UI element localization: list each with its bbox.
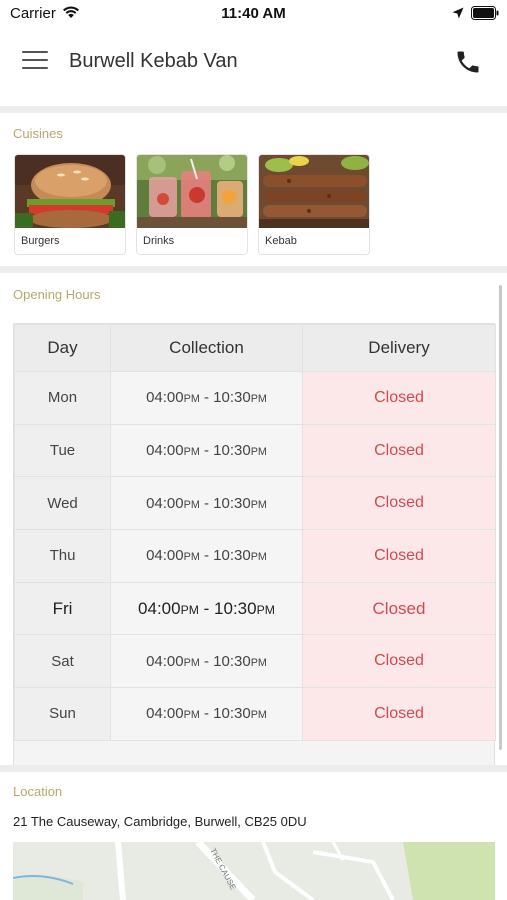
hours-row: Mon 04:00PM - 10:30PM Closed [14, 371, 496, 425]
collection-close-time: 10:30 [213, 652, 251, 670]
collection-open-ampm: PM [183, 551, 200, 564]
kebab-photo [259, 155, 369, 228]
opening-hours-table: Day Collection Delivery Mon 04:00PM - 10:… [14, 324, 496, 741]
collection-time-separator: - [199, 442, 214, 460]
status-time: 11:40 AM [221, 5, 286, 22]
hours-day-cell: Thu [14, 529, 111, 583]
cuisine-label-burgers: Burgers [21, 235, 60, 247]
location-arrow-icon [452, 7, 464, 19]
collection-open-ampm: PM [183, 393, 200, 406]
address-text: 21 The Causeway, Cambridge, Burwell, CB2… [13, 814, 307, 829]
collection-close-time: 10:30 [213, 705, 251, 723]
hours-delivery-cell: Closed [302, 581, 496, 636]
hours-row: Fri 04:00PM - 10:30PM Closed [14, 581, 496, 636]
collection-open-time: 04:00 [146, 442, 184, 460]
section-divider [0, 765, 507, 772]
collection-open-time: 04:00 [146, 494, 184, 512]
column-header-day: Day [14, 324, 111, 372]
hours-delivery-cell: Closed [302, 476, 496, 531]
hours-row: Tue 04:00PM - 10:30PM Closed [14, 423, 496, 478]
location-heading: Location [13, 784, 63, 799]
collection-time-separator: - [199, 652, 214, 670]
collection-close-ampm: PM [256, 602, 275, 617]
hours-day-cell: Sat [14, 634, 111, 689]
hours-day-cell: Wed [14, 476, 111, 531]
status-bar: Carrier 11:40 AM [0, 0, 507, 28]
collection-open-ampm: PM [183, 498, 200, 511]
cuisines-heading: Cuisines [13, 126, 63, 141]
collection-open-time: 04:00 [146, 547, 184, 565]
collection-open-time: 04:00 [146, 652, 184, 670]
hours-delivery-cell: Closed [302, 423, 496, 478]
collection-close-ampm: PM [250, 709, 267, 722]
opening-hours-table-container: Day Collection Delivery Mon 04:00PM - 10:… [13, 323, 496, 766]
battery-icon [471, 6, 499, 20]
collection-close-time: 10:30 [213, 442, 251, 460]
column-header-collection: Collection [110, 324, 303, 372]
hours-day-cell: Fri [14, 581, 111, 636]
collection-close-time: 10:30 [213, 494, 251, 512]
drinks-photo [137, 155, 247, 228]
section-divider [0, 266, 507, 273]
hours-collection-cell: 04:00PM - 10:30PM [110, 581, 303, 636]
hours-delivery-cell: Closed [302, 687, 496, 741]
hours-collection-cell: 04:00PM - 10:30PM [110, 423, 303, 478]
hours-row: Thu 04:00PM - 10:30PM Closed [14, 529, 496, 583]
location-map[interactable]: THE CAUSE [13, 842, 495, 900]
collection-time-separator: - [199, 547, 214, 565]
burger-photo [15, 155, 125, 228]
hours-row: Sat 04:00PM - 10:30PM Closed [14, 634, 496, 689]
collection-close-ampm: PM [250, 551, 267, 564]
navigation-bar: Burwell Kebab Van [0, 28, 507, 106]
collection-close-ampm: PM [250, 446, 267, 459]
collection-close-ampm: PM [250, 498, 267, 511]
map-image: THE CAUSE [13, 842, 495, 900]
collection-open-time: 04:00 [146, 389, 184, 407]
collection-close-ampm: PM [250, 656, 267, 669]
hours-collection-cell: 04:00PM - 10:30PM [110, 476, 303, 531]
hours-delivery-cell: Closed [302, 371, 496, 425]
cuisine-label-kebab: Kebab [265, 235, 297, 247]
collection-close-ampm: PM [250, 393, 267, 406]
cuisine-label-drinks: Drinks [143, 235, 175, 247]
phone-icon[interactable] [454, 48, 482, 76]
table-header-row: Day Collection Delivery [14, 324, 496, 372]
collection-close-time: 10:30 [213, 389, 251, 407]
hours-row: Wed 04:00PM - 10:30PM Closed [14, 476, 496, 531]
hamburger-menu-icon[interactable] [22, 51, 48, 73]
cuisine-card-kebab[interactable]: Kebab [258, 154, 370, 255]
collection-open-ampm: PM [183, 656, 200, 669]
hours-delivery-cell: Closed [302, 529, 496, 583]
collection-open-ampm: PM [183, 446, 200, 459]
hours-delivery-cell: Closed [302, 634, 496, 689]
collection-open-ampm: PM [183, 709, 200, 722]
collection-time-separator: - [199, 705, 214, 723]
hours-row: Sun 04:00PM - 10:30PM Closed [14, 687, 496, 741]
collection-close-time: 10:30 [213, 547, 251, 565]
hours-day-cell: Tue [14, 423, 111, 478]
collection-time-separator: - [199, 389, 214, 407]
hours-collection-cell: 04:00PM - 10:30PM [110, 371, 303, 425]
collection-open-time: 04:00 [138, 598, 181, 618]
collection-close-time: 10:30 [214, 598, 257, 618]
hours-day-cell: Sun [14, 687, 111, 741]
scrollbar[interactable] [499, 285, 502, 750]
collection-open-ampm: PM [180, 602, 199, 617]
restaurant-title: Burwell Kebab Van [69, 50, 238, 72]
column-header-delivery: Delivery [302, 324, 496, 372]
section-divider [0, 106, 507, 113]
hours-collection-cell: 04:00PM - 10:30PM [110, 529, 303, 583]
cuisine-card-drinks[interactable]: Drinks [136, 154, 248, 255]
collection-time-separator: - [199, 494, 214, 512]
opening-hours-heading: Opening Hours [13, 287, 101, 302]
hours-collection-cell: 04:00PM - 10:30PM [110, 634, 303, 689]
collection-open-time: 04:00 [146, 705, 184, 723]
cuisine-card-burgers[interactable]: Burgers [14, 154, 126, 255]
collection-time-separator: - [198, 598, 215, 618]
hours-day-cell: Mon [14, 371, 111, 425]
hours-collection-cell: 04:00PM - 10:30PM [110, 687, 303, 741]
